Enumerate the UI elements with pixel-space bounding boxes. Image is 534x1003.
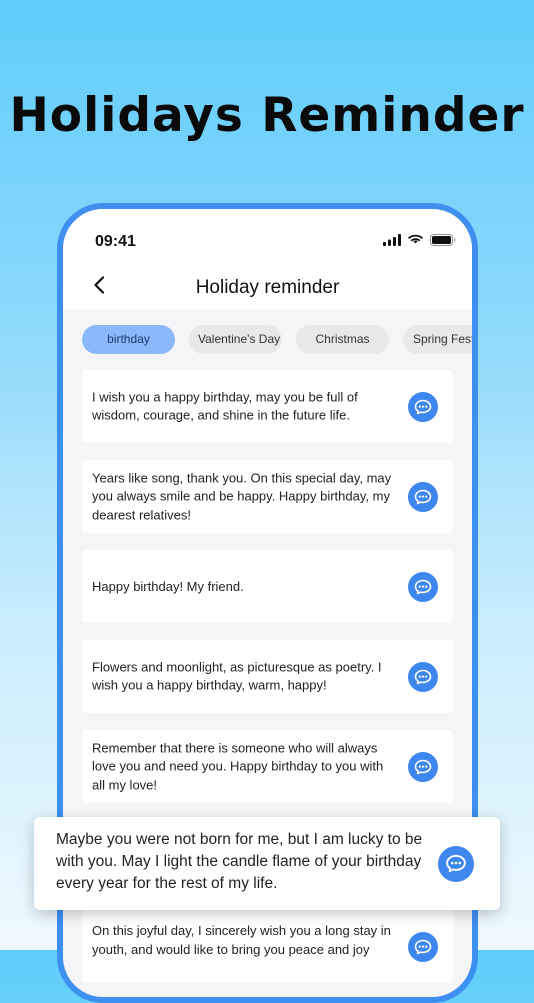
message-card: Years like song, thank you. On this spec… [82,460,453,533]
chat-bubble-icon [414,939,432,955]
battery-icon [430,234,456,246]
send-message-button[interactable] [408,932,438,962]
send-message-button[interactable] [438,845,474,882]
message-card: Remember that there is someone who will … [82,730,453,803]
tab-spring-festival[interactable]: Spring Fest [403,325,472,354]
highlighted-message-card: Maybe you were not born for me, but I am… [34,817,500,910]
message-card: I wish you a happy birthday, may you be … [82,370,453,443]
signal-icon [383,234,401,246]
send-message-button[interactable] [408,571,438,602]
message-card: On this joyful day, I sincerely wish you… [82,910,453,983]
chat-bubble-icon [414,399,432,414]
message-text: Years like song, thank you. On this spec… [92,469,392,522]
message-card: Flowers and moonlight, as picturesque as… [82,640,453,713]
message-text: I wish you a happy birthday, may you be … [92,389,358,423]
chat-bubble-icon [414,669,432,684]
message-text: On this joyful day, I sincerely wish you… [92,923,391,957]
message-text: Remember that there is someone who will … [92,739,384,792]
chat-bubble-icon [414,489,432,504]
tab-birthday[interactable]: birthday [82,325,175,354]
tab-valentines-day[interactable]: Valentine's Day [189,325,282,354]
message-card: Happy birthday! My friend. [82,550,453,623]
wifi-icon [407,234,424,244]
message-text: Flowers and moonlight, as picturesque as… [92,659,382,693]
send-message-button[interactable] [408,391,438,422]
chat-bubble-icon [414,579,432,594]
page-title: Holiday reminder [195,277,340,298]
chat-bubble-icon [446,854,466,873]
status-icons [383,234,456,246]
holiday-tabs: birthday Valentine's Day Christmas Sprin… [82,325,472,354]
chat-bubble-icon [414,759,432,774]
status-time: 09:41 [95,233,136,250]
promo-headline: Holidays Reminder [9,88,525,143]
app-header: 09:41 Holiday reminder [63,209,472,309]
send-message-button[interactable] [408,661,438,692]
send-message-button[interactable] [408,751,438,782]
send-message-button[interactable] [408,481,438,512]
message-text: Happy birthday! My friend. [92,578,244,594]
highlighted-message-text: Maybe you were not born for me, but I am… [56,831,423,892]
tab-christmas[interactable]: Christmas [296,325,389,354]
